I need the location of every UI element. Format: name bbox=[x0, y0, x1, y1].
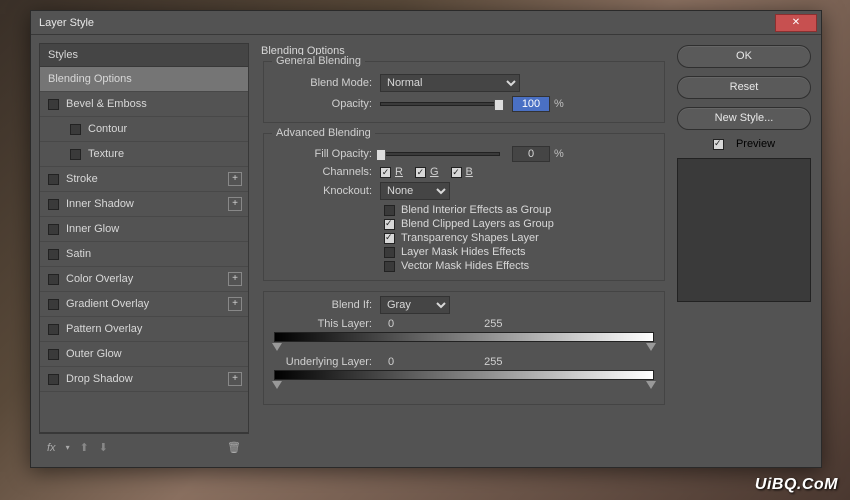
sidebar-item-drop-shadow[interactable]: Drop Shadow+ bbox=[40, 367, 248, 392]
button-column: OK Reset New Style... Preview bbox=[671, 35, 821, 467]
checkbox-icon[interactable] bbox=[48, 174, 59, 185]
checkbox-icon[interactable] bbox=[48, 99, 59, 110]
sidebar-item-outer-glow[interactable]: Outer Glow bbox=[40, 342, 248, 367]
checkbox-icon[interactable] bbox=[48, 224, 59, 235]
checkbox-icon[interactable] bbox=[48, 324, 59, 335]
add-effect-icon[interactable]: + bbox=[228, 197, 242, 211]
general-blending-group: General Blending Blend Mode: Normal Opac… bbox=[263, 61, 665, 123]
this-layer-ramp[interactable] bbox=[274, 332, 654, 342]
fx-menu[interactable]: fx bbox=[47, 442, 56, 454]
checkbox-icon[interactable] bbox=[48, 349, 59, 360]
sidebar-header[interactable]: Styles bbox=[40, 44, 248, 67]
opt-vector-mask-hides[interactable]: Vector Mask Hides Effects bbox=[384, 260, 654, 272]
sidebar-item-inner-glow[interactable]: Inner Glow bbox=[40, 217, 248, 242]
preview-swatch bbox=[677, 158, 811, 302]
checkbox-icon[interactable] bbox=[384, 261, 395, 272]
opacity-slider[interactable] bbox=[380, 102, 500, 106]
sidebar-item-contour[interactable]: Contour bbox=[40, 117, 248, 142]
opt-blend-interior[interactable]: Blend Interior Effects as Group bbox=[384, 204, 654, 216]
channel-g-checkbox[interactable] bbox=[415, 167, 426, 178]
options-panel: Blending Options General Blending Blend … bbox=[257, 35, 671, 467]
styles-sidebar: Styles Blending Options Bevel & Emboss C… bbox=[31, 35, 257, 467]
checkbox-icon[interactable] bbox=[70, 149, 81, 160]
channels-label: Channels: bbox=[274, 166, 380, 178]
opt-transparency-shapes[interactable]: Transparency Shapes Layer bbox=[384, 232, 654, 244]
checkbox-icon[interactable] bbox=[384, 205, 395, 216]
preview-label: Preview bbox=[736, 138, 775, 150]
close-button[interactable]: ✕ bbox=[775, 14, 817, 32]
blend-if-select[interactable]: Gray bbox=[380, 296, 450, 314]
this-layer-label: This Layer: bbox=[274, 318, 380, 330]
blend-mode-select[interactable]: Normal bbox=[380, 74, 520, 92]
sidebar-item-bevel-emboss[interactable]: Bevel & Emboss bbox=[40, 92, 248, 117]
slider-knob-icon[interactable] bbox=[494, 99, 504, 111]
underlying-layer-ramp[interactable] bbox=[274, 370, 654, 380]
blend-if-label: Blend If: bbox=[274, 299, 380, 311]
sidebar-item-color-overlay[interactable]: Color Overlay+ bbox=[40, 267, 248, 292]
opacity-label: Opacity: bbox=[274, 98, 380, 110]
sidebar-item-pattern-overlay[interactable]: Pattern Overlay bbox=[40, 317, 248, 342]
new-style-button[interactable]: New Style... bbox=[677, 107, 811, 130]
layer-style-dialog: Layer Style ✕ Styles Blending Options Be… bbox=[30, 10, 822, 468]
opt-blend-clipped[interactable]: Blend Clipped Layers as Group bbox=[384, 218, 654, 230]
slider-knob-icon[interactable] bbox=[376, 149, 386, 161]
trash-icon[interactable]: 🗑 bbox=[227, 441, 241, 454]
watermark: UiBQ.CoM bbox=[755, 476, 838, 494]
ramp-stop-icon[interactable] bbox=[272, 343, 282, 351]
add-effect-icon[interactable]: + bbox=[228, 372, 242, 386]
add-effect-icon[interactable]: + bbox=[228, 297, 242, 311]
move-down-icon[interactable]: ⬇ bbox=[99, 441, 108, 454]
sidebar-item-inner-shadow[interactable]: Inner Shadow+ bbox=[40, 192, 248, 217]
sidebar-item-blending-options[interactable]: Blending Options bbox=[40, 67, 248, 92]
fill-opacity-label: Fill Opacity: bbox=[274, 148, 380, 160]
checkbox-icon[interactable] bbox=[70, 124, 81, 135]
checkbox-icon[interactable] bbox=[384, 233, 395, 244]
ramp-stop-icon[interactable] bbox=[272, 381, 282, 389]
sidebar-item-stroke[interactable]: Stroke+ bbox=[40, 167, 248, 192]
ramp-stop-icon[interactable] bbox=[646, 343, 656, 351]
channel-b-checkbox[interactable] bbox=[451, 167, 462, 178]
checkbox-icon[interactable] bbox=[48, 199, 59, 210]
titlebar[interactable]: Layer Style ✕ bbox=[31, 11, 821, 35]
fill-opacity-unit: % bbox=[554, 148, 564, 160]
checkbox-icon[interactable] bbox=[48, 299, 59, 310]
opacity-unit: % bbox=[554, 98, 564, 110]
checkbox-icon[interactable] bbox=[48, 374, 59, 385]
sidebar-item-texture[interactable]: Texture bbox=[40, 142, 248, 167]
add-effect-icon[interactable]: + bbox=[228, 172, 242, 186]
checkbox-icon[interactable] bbox=[48, 249, 59, 260]
dialog-title: Layer Style bbox=[39, 17, 775, 29]
add-effect-icon[interactable]: + bbox=[228, 272, 242, 286]
fill-opacity-slider[interactable] bbox=[380, 152, 500, 156]
move-up-icon[interactable]: ⬆ bbox=[80, 441, 89, 454]
checkbox-icon[interactable] bbox=[384, 247, 395, 258]
sidebar-item-gradient-overlay[interactable]: Gradient Overlay+ bbox=[40, 292, 248, 317]
general-legend: General Blending bbox=[272, 55, 365, 67]
advanced-blending-group: Advanced Blending Fill Opacity: 0 % Chan… bbox=[263, 133, 665, 281]
knockout-label: Knockout: bbox=[274, 185, 380, 197]
knockout-select[interactable]: None bbox=[380, 182, 450, 200]
fill-opacity-input[interactable]: 0 bbox=[512, 146, 550, 162]
underlying-layer-label: Underlying Layer: bbox=[274, 356, 380, 368]
blend-if-group: Blend If: Gray This Layer: 0255 Underlyi… bbox=[263, 291, 665, 405]
reset-button[interactable]: Reset bbox=[677, 76, 811, 99]
checkbox-icon[interactable] bbox=[48, 274, 59, 285]
ramp-stop-icon[interactable] bbox=[646, 381, 656, 389]
advanced-legend: Advanced Blending bbox=[272, 127, 375, 139]
checkbox-icon[interactable] bbox=[384, 219, 395, 230]
chevron-down-icon[interactable]: ▾ bbox=[66, 443, 70, 452]
sidebar-item-satin[interactable]: Satin bbox=[40, 242, 248, 267]
channel-r-checkbox[interactable] bbox=[380, 167, 391, 178]
ok-button[interactable]: OK bbox=[677, 45, 811, 68]
opacity-input[interactable]: 100 bbox=[512, 96, 550, 112]
opt-layer-mask-hides[interactable]: Layer Mask Hides Effects bbox=[384, 246, 654, 258]
blend-mode-label: Blend Mode: bbox=[274, 77, 380, 89]
preview-checkbox[interactable] bbox=[713, 139, 724, 150]
